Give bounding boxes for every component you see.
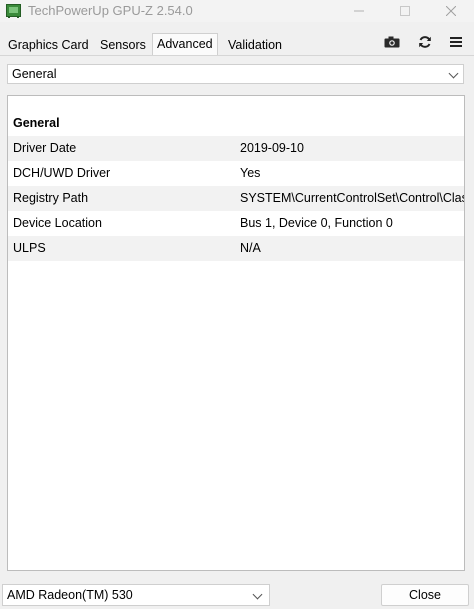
row-value: 2019-09-10 bbox=[240, 141, 304, 155]
tab-panel-divider bbox=[0, 55, 474, 56]
maximize-icon bbox=[400, 6, 410, 16]
maximize-button[interactable] bbox=[382, 0, 428, 22]
close-icon bbox=[446, 6, 456, 16]
row-key: Driver Date bbox=[13, 141, 77, 155]
section-title: General bbox=[13, 116, 60, 130]
title-bar: TechPowerUp GPU-Z 2.54.0 bbox=[0, 0, 474, 22]
table-row[interactable]: Registry Path SYSTEM\CurrentControlSet\C… bbox=[8, 186, 465, 211]
row-key: ULPS bbox=[13, 241, 46, 255]
tab-label: Validation bbox=[228, 38, 282, 52]
row-key: Device Location bbox=[13, 216, 102, 230]
row-value: Yes bbox=[240, 166, 261, 180]
close-button[interactable]: Close bbox=[381, 584, 469, 606]
tab-label: Graphics Card bbox=[8, 38, 89, 52]
chevron-down-icon bbox=[448, 68, 459, 79]
table-row[interactable]: ULPS N/A bbox=[8, 236, 464, 261]
category-select-value: General bbox=[12, 67, 57, 81]
tab-sensors[interactable]: Sensors bbox=[96, 36, 150, 54]
tab-label: Advanced bbox=[157, 37, 213, 51]
table-row[interactable]: Driver Date 2019-09-10 bbox=[8, 136, 464, 161]
table-row[interactable]: DCH/UWD Driver Yes bbox=[8, 161, 464, 186]
gpu-select-value: AMD Radeon(TM) 530 bbox=[7, 588, 133, 602]
row-value: SYSTEM\CurrentControlSet\Control\Clas bbox=[240, 191, 465, 205]
category-select[interactable]: General bbox=[7, 64, 464, 84]
advanced-info-list[interactable]: General Driver Date 2019-09-10 DCH/UWD D… bbox=[7, 95, 465, 571]
camera-icon bbox=[384, 36, 400, 48]
menu-button[interactable] bbox=[445, 33, 467, 51]
refresh-icon bbox=[419, 36, 431, 48]
refresh-button[interactable] bbox=[414, 33, 436, 51]
row-value: N/A bbox=[240, 241, 261, 255]
gpu-z-app-icon bbox=[6, 4, 21, 18]
tab-graphics-card[interactable]: Graphics Card bbox=[4, 36, 93, 54]
gpu-select[interactable]: AMD Radeon(TM) 530 bbox=[2, 584, 270, 606]
row-key: DCH/UWD Driver bbox=[13, 166, 111, 180]
row-value: Bus 1, Device 0, Function 0 bbox=[240, 216, 393, 230]
menu-icon bbox=[450, 37, 462, 47]
minimize-icon bbox=[354, 10, 364, 12]
table-row[interactable]: Device Location Bus 1, Device 0, Functio… bbox=[8, 211, 464, 236]
tab-validation[interactable]: Validation bbox=[224, 36, 286, 54]
row-key: Registry Path bbox=[13, 191, 89, 205]
chevron-down-icon bbox=[252, 589, 263, 600]
tab-label: Sensors bbox=[100, 38, 146, 52]
close-window-button[interactable] bbox=[428, 0, 474, 22]
minimize-button[interactable] bbox=[336, 0, 382, 22]
screenshot-button[interactable] bbox=[381, 33, 403, 51]
window-title: TechPowerUp GPU-Z 2.54.0 bbox=[28, 3, 193, 18]
tab-advanced[interactable]: Advanced bbox=[152, 33, 218, 56]
